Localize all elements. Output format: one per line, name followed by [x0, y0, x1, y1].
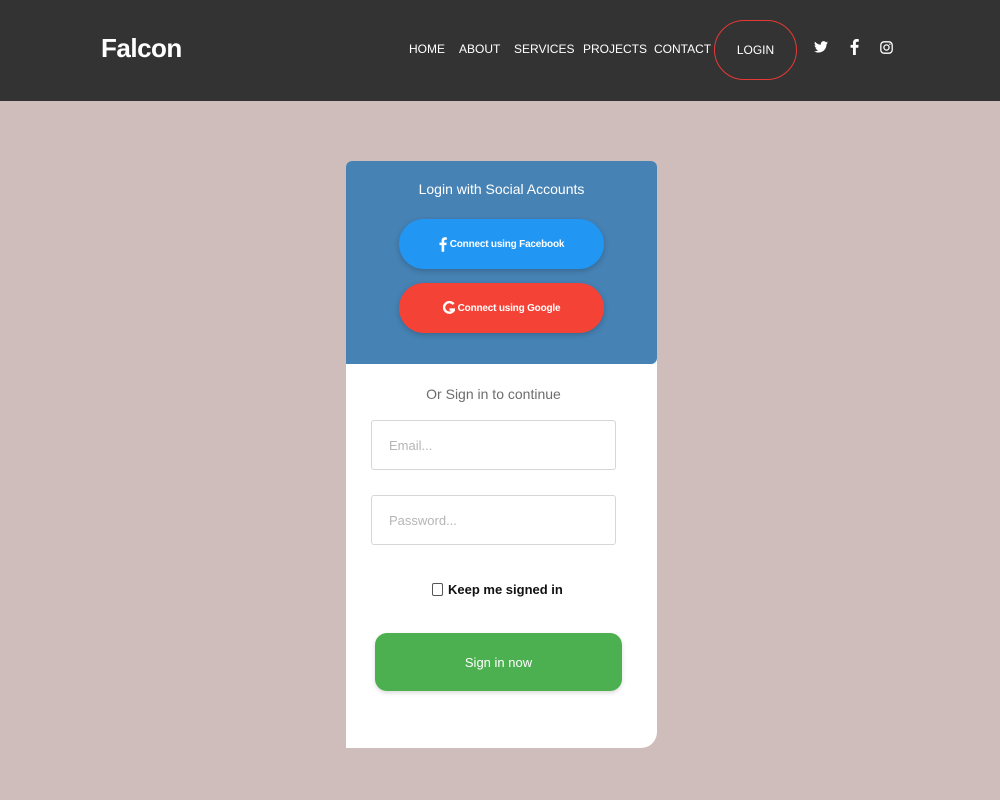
facebook-icon[interactable]: [846, 38, 862, 56]
password-field[interactable]: [371, 495, 616, 545]
google-icon: [442, 301, 455, 315]
navbar: Falcon HOME ABOUT SERVICES PROJECTS CONT…: [0, 0, 1000, 101]
nav-link-projects[interactable]: PROJECTS: [583, 42, 647, 56]
social-login-title: Login with Social Accounts: [418, 181, 585, 197]
keep-signed-in-checkbox[interactable]: [432, 583, 443, 596]
brand-logo[interactable]: Falcon: [101, 33, 182, 64]
keep-signed-in-label: Keep me signed in: [448, 582, 563, 597]
connect-facebook-label: Connect using Facebook: [449, 238, 565, 250]
login-button[interactable]: LOGIN: [714, 20, 797, 80]
sign-in-button[interactable]: Sign in now: [375, 633, 622, 691]
keep-signed-in-option[interactable]: Keep me signed in: [432, 582, 563, 597]
signin-divider-text: Or Sign in to continue: [426, 386, 561, 402]
facebook-icon: [439, 236, 447, 252]
connect-google-label: Connect using Google: [457, 302, 561, 314]
login-button-label: LOGIN: [736, 43, 775, 57]
email-field[interactable]: [371, 420, 616, 470]
social-login-panel: Login with Social Accounts Connect using…: [346, 161, 657, 364]
nav-link-contact[interactable]: CONTACT: [654, 42, 711, 56]
connect-google-button[interactable]: Connect using Google: [399, 283, 604, 333]
sign-in-button-label: Sign in now: [464, 654, 533, 670]
connect-facebook-button[interactable]: Connect using Facebook: [399, 219, 604, 269]
login-card: Login with Social Accounts Connect using…: [346, 161, 657, 748]
nav-link-about[interactable]: ABOUT: [459, 42, 500, 56]
twitter-icon[interactable]: [813, 38, 829, 56]
nav-link-home[interactable]: HOME: [409, 42, 445, 56]
nav-link-services[interactable]: SERVICES: [514, 42, 574, 56]
instagram-icon[interactable]: [878, 38, 894, 56]
